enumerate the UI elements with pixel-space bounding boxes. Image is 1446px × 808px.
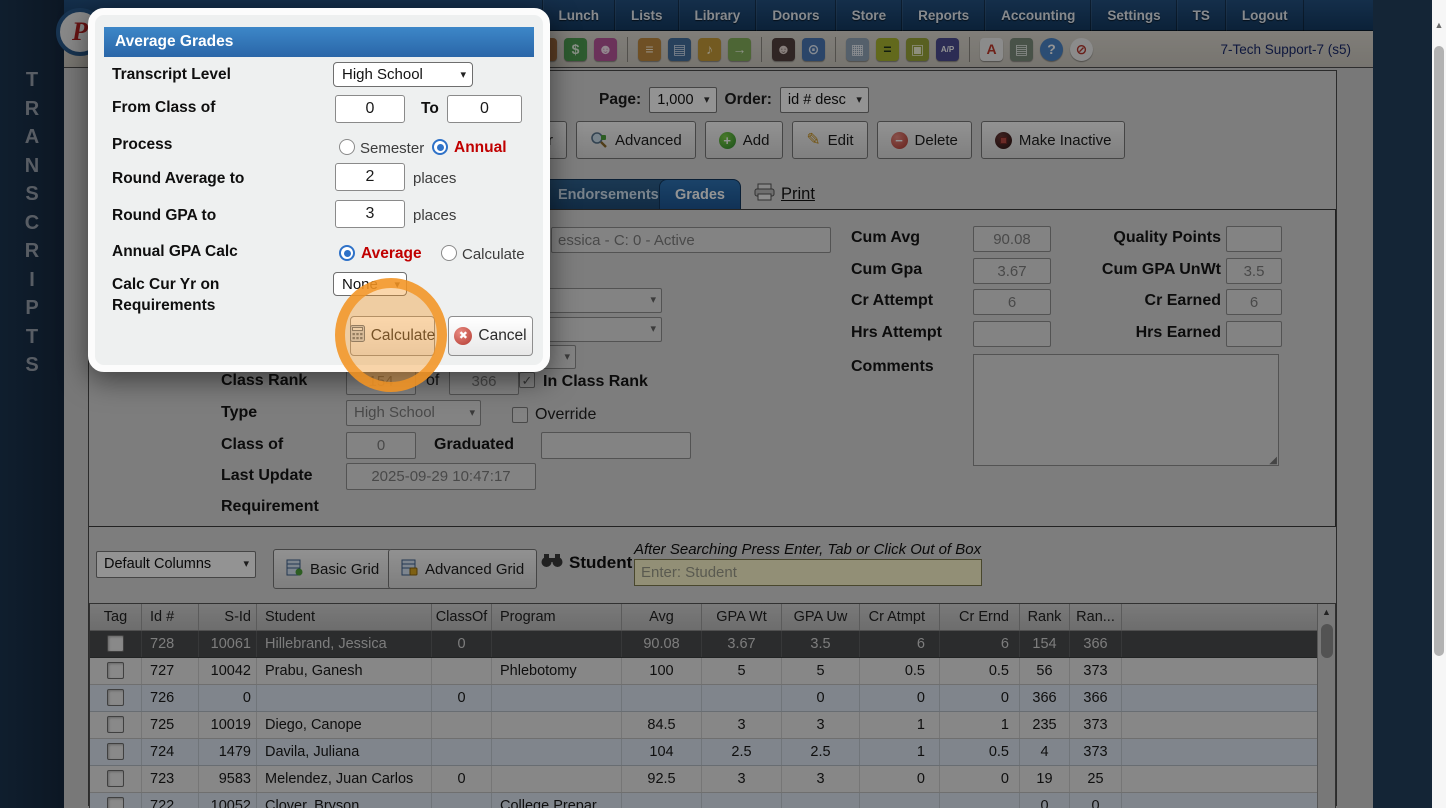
highlight-circle-annotation (335, 278, 447, 392)
scroll-up-icon[interactable]: ▲ (1432, 20, 1446, 30)
process-label: Process (112, 136, 173, 153)
places-label: places (413, 170, 457, 187)
round-gpa-label: Round GPA to (112, 207, 217, 224)
transcript-level-label: Transcript Level (112, 66, 231, 83)
calculate-radio[interactable] (441, 245, 457, 261)
annual-option-label[interactable]: Annual (454, 139, 507, 157)
dialog-title: Average Grades (104, 27, 534, 57)
transcript-level-select[interactable]: High School ▾ (333, 62, 473, 87)
round-average-input[interactable]: 2 (335, 163, 405, 191)
average-grades-dialog: Average Grades Transcript Level High Sch… (88, 8, 550, 372)
round-average-label: Round Average to (112, 170, 245, 187)
from-class-input[interactable]: 0 (335, 95, 405, 123)
calc-cur-yr-label-line1: Calc Cur Yr on (112, 276, 220, 293)
annual-gpa-calc-label: Annual GPA Calc (112, 243, 238, 260)
round-gpa-input[interactable]: 3 (335, 200, 405, 228)
to-class-input[interactable]: 0 (447, 95, 522, 123)
calculate-option-label[interactable]: Calculate (462, 246, 525, 263)
browser-scrollbar[interactable]: ▲ (1432, 0, 1446, 808)
average-option-label[interactable]: Average (361, 245, 422, 263)
cancel-button[interactable]: ✖ Cancel (448, 316, 533, 356)
browser-scrollbar-thumb[interactable] (1434, 46, 1444, 656)
places-label: places (413, 207, 457, 224)
from-class-of-label: From Class of (112, 99, 216, 116)
calc-cur-yr-label-line2: Requirements (112, 297, 216, 314)
chevron-down-icon: ▾ (460, 69, 466, 81)
average-radio[interactable] (339, 245, 355, 261)
cancel-x-icon: ✖ (454, 327, 473, 345)
semester-option-label[interactable]: Semester (360, 140, 424, 157)
annual-radio[interactable] (432, 139, 448, 155)
to-label: To (421, 100, 439, 117)
page: TRANSCRIPTS sLunchListsLibraryDonorsStor… (0, 0, 1446, 808)
semester-radio[interactable] (339, 139, 355, 155)
